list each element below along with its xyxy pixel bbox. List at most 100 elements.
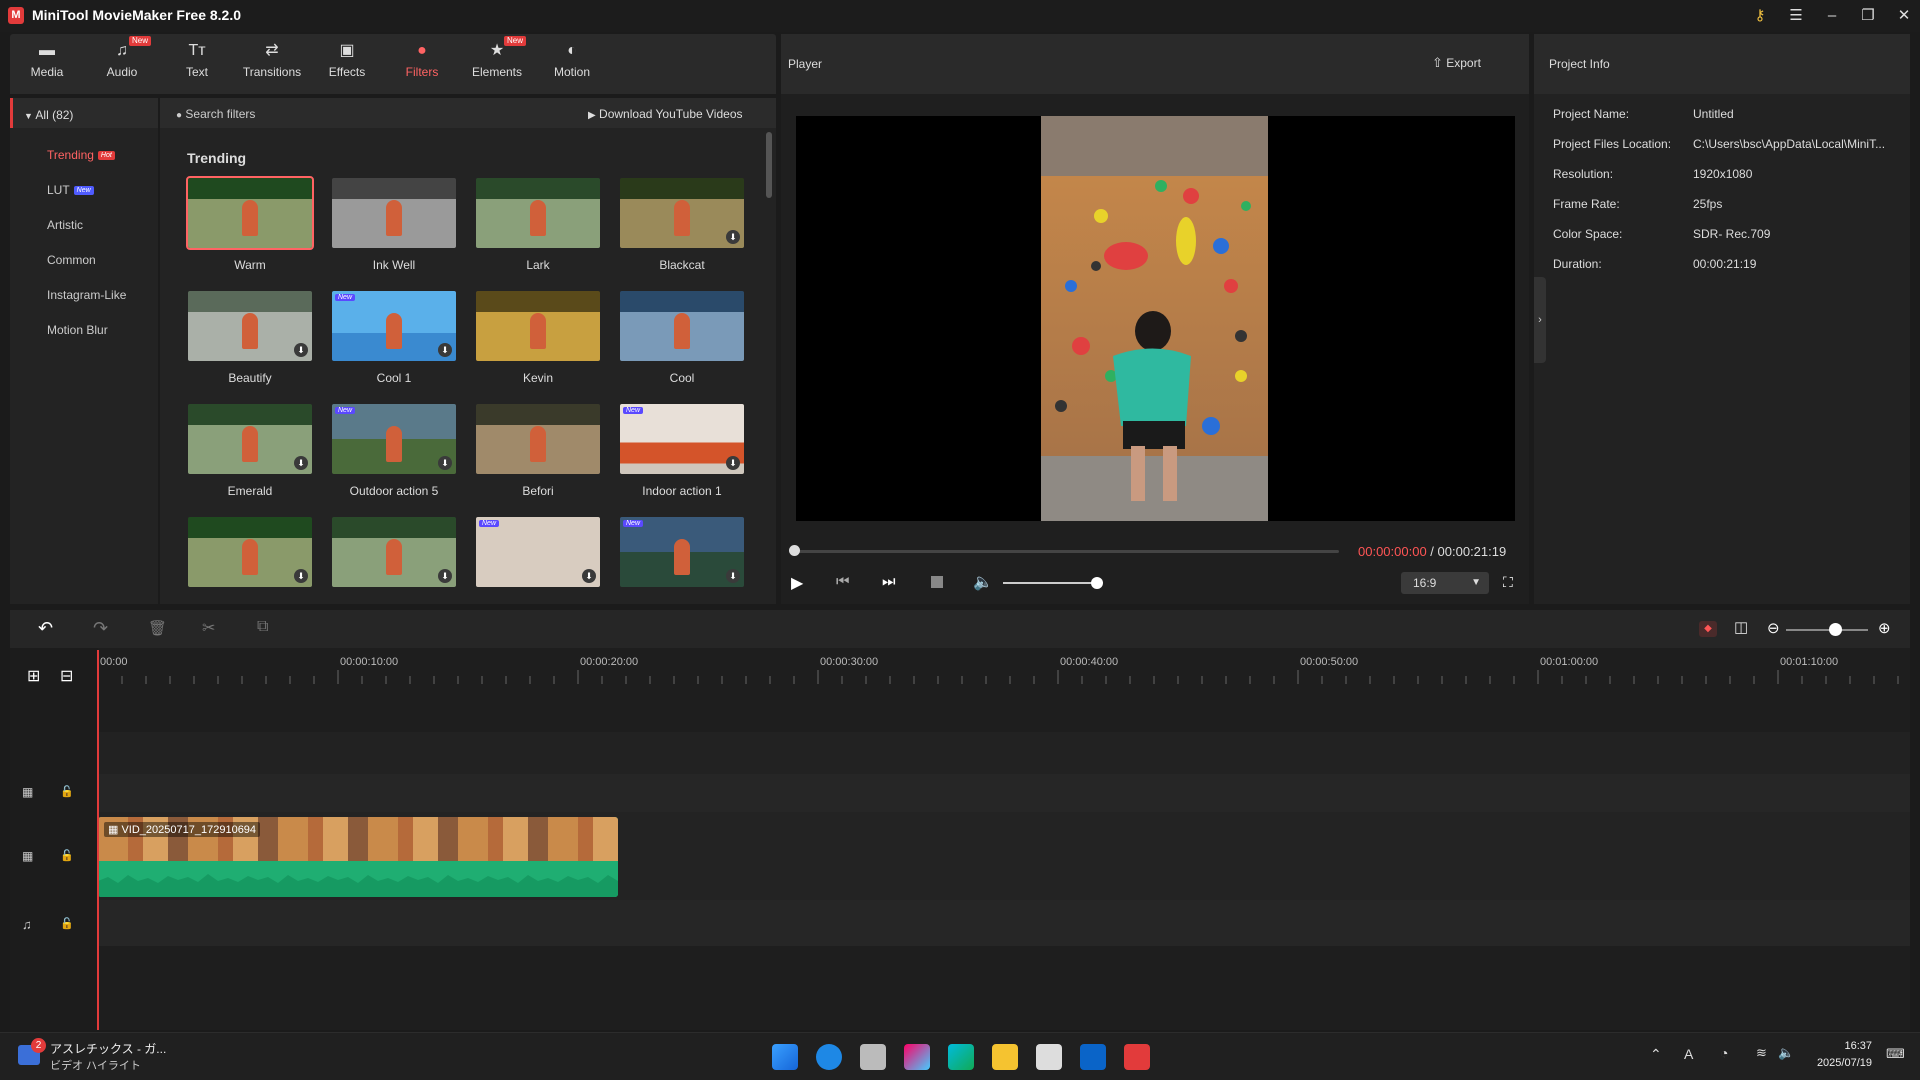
undo-icon[interactable]: ↶ bbox=[38, 618, 53, 639]
lock-icon[interactable]: 🔓 bbox=[60, 785, 74, 798]
maximize-button[interactable]: ❐ bbox=[1853, 4, 1883, 28]
remove-track-icon[interactable]: ⊟ bbox=[60, 666, 73, 686]
filter-thumbnail[interactable]: ⬇ bbox=[620, 178, 744, 248]
download-icon[interactable]: ⬇ bbox=[582, 569, 596, 583]
minimize-button[interactable]: – bbox=[1817, 4, 1847, 28]
edge-icon[interactable] bbox=[948, 1044, 974, 1070]
project-info-title: Project Info bbox=[1549, 57, 1610, 71]
download-icon[interactable]: ⬇ bbox=[438, 343, 452, 357]
next-frame-icon[interactable]: ⏭ bbox=[882, 573, 896, 590]
category-motion-blur[interactable]: Motion Blur bbox=[47, 323, 108, 337]
ime-indicator[interactable]: A bbox=[1684, 1046, 1693, 1062]
category-common[interactable]: Common bbox=[47, 253, 96, 267]
copilot-icon[interactable] bbox=[904, 1044, 930, 1070]
tab-effects[interactable]: ▣ Effects bbox=[312, 40, 382, 79]
filter-thumbnail[interactable] bbox=[476, 291, 600, 361]
tab-media[interactable]: ▬ Media bbox=[12, 40, 82, 79]
zoom-slider[interactable] bbox=[1786, 629, 1868, 631]
tab-filters[interactable]: ● Filters bbox=[387, 40, 457, 79]
volume-icon[interactable]: 🔈 bbox=[973, 572, 993, 592]
download-icon[interactable]: ⬇ bbox=[726, 456, 740, 470]
clock-time[interactable]: 16:37 bbox=[1808, 1040, 1872, 1052]
filter-thumbnail[interactable]: ⬇ bbox=[188, 404, 312, 474]
category-trending[interactable]: Trending Hot bbox=[47, 148, 115, 162]
filter-thumbnail[interactable] bbox=[620, 291, 744, 361]
download-icon[interactable]: ⬇ bbox=[294, 456, 308, 470]
tab-audio[interactable]: ♫ Audio New bbox=[87, 36, 157, 79]
clock-date[interactable]: 2025/07/19 bbox=[1808, 1057, 1872, 1069]
menu-icon[interactable]: ☰ bbox=[1781, 4, 1811, 28]
seek-bar[interactable] bbox=[793, 550, 1339, 553]
filter-thumbnail[interactable] bbox=[186, 176, 314, 250]
file-explorer-icon[interactable] bbox=[992, 1044, 1018, 1070]
task-view-icon[interactable] bbox=[860, 1044, 886, 1070]
motion-icon: ◐ bbox=[567, 42, 577, 59]
volume-slider[interactable] bbox=[1003, 582, 1098, 584]
info-label: Frame Rate: bbox=[1553, 197, 1620, 211]
collapse-panel-icon[interactable]: › bbox=[1534, 277, 1546, 363]
wifi-icon[interactable]: ≋ bbox=[1756, 1045, 1767, 1061]
category-instagram-like[interactable]: Instagram-Like bbox=[47, 288, 126, 302]
tab-text[interactable]: Tт Text bbox=[162, 40, 232, 79]
key-icon[interactable]: ⚷ bbox=[1745, 4, 1775, 28]
video-clip[interactable]: ▦ VID_20250717_172910694 bbox=[98, 817, 618, 897]
search-icon[interactable] bbox=[816, 1044, 842, 1070]
filter-thumbnail[interactable]: New ⬇ bbox=[332, 291, 456, 361]
category-artistic[interactable]: Artistic bbox=[47, 218, 83, 232]
zoom-in-icon[interactable]: ⊕ bbox=[1878, 619, 1891, 637]
download-icon[interactable]: ⬇ bbox=[438, 456, 452, 470]
filter-thumbnail[interactable]: New ⬇ bbox=[476, 517, 600, 587]
notification-center-icon[interactable]: ⌨ bbox=[1886, 1046, 1905, 1062]
tab-motion[interactable]: ◐ Motion bbox=[537, 40, 607, 79]
previous-frame-icon[interactable]: ⏮ bbox=[836, 573, 850, 590]
export-button[interactable]: ⇧ Export bbox=[1432, 55, 1481, 71]
filter-thumbnail[interactable]: ⬇ bbox=[332, 517, 456, 587]
notification-title[interactable]: アスレチックス - ガ... bbox=[50, 1040, 166, 1057]
add-track-icon[interactable]: ⊞ bbox=[27, 666, 40, 686]
aspect-ratio-select[interactable]: 16:9 ▼ bbox=[1401, 572, 1489, 594]
filter-thumbnail[interactable]: New ⬇ bbox=[620, 404, 744, 474]
clock-icon[interactable]: ◔ bbox=[1720, 1045, 1728, 1061]
delete-icon[interactable]: 🗑 bbox=[148, 619, 167, 637]
redo-icon[interactable]: ↷ bbox=[93, 618, 108, 639]
download-icon[interactable]: ⬇ bbox=[726, 230, 740, 244]
seek-handle[interactable] bbox=[789, 545, 800, 556]
split-icon[interactable]: ✂ bbox=[202, 618, 215, 638]
snap-icon[interactable]: ◆ bbox=[1699, 621, 1717, 637]
tab-elements[interactable]: ★ Elements New bbox=[462, 36, 532, 79]
close-button[interactable]: ✕ bbox=[1889, 4, 1919, 28]
category-lut[interactable]: LUT New bbox=[47, 183, 94, 197]
tab-transitions[interactable]: ⇄ Transitions bbox=[237, 40, 307, 79]
filter-thumbnail[interactable] bbox=[476, 404, 600, 474]
zoom-out-icon[interactable]: ⊖ bbox=[1767, 619, 1780, 637]
chevron-up-icon[interactable]: ⌃ bbox=[1650, 1046, 1662, 1063]
filter-thumbnail[interactable]: ⬇ bbox=[188, 517, 312, 587]
download-icon[interactable]: ⬇ bbox=[294, 343, 308, 357]
crop-icon[interactable]: ⧉ bbox=[257, 618, 268, 636]
speaker-icon[interactable]: 🔈 bbox=[1778, 1045, 1794, 1061]
download-youtube-link[interactable]: ▶ Download YouTube Videos bbox=[588, 107, 743, 121]
lock-icon[interactable]: 🔓 bbox=[60, 849, 74, 862]
filter-thumbnail[interactable] bbox=[476, 178, 600, 248]
start-icon[interactable] bbox=[772, 1044, 798, 1070]
filter-thumbnail[interactable]: New ⬇ bbox=[332, 404, 456, 474]
category-all[interactable]: ▼ All (82) bbox=[24, 108, 73, 122]
scrollbar[interactable] bbox=[766, 132, 772, 198]
download-icon[interactable]: ⬇ bbox=[438, 569, 452, 583]
volume-handle[interactable] bbox=[1091, 577, 1103, 589]
moviemaker-taskbar-icon[interactable] bbox=[1124, 1044, 1150, 1070]
filter-thumbnail[interactable]: ⬇ bbox=[188, 291, 312, 361]
filter-thumbnail[interactable] bbox=[332, 178, 456, 248]
stop-icon[interactable] bbox=[931, 576, 943, 588]
lock-icon[interactable]: 🔓 bbox=[60, 917, 74, 930]
search-filters-input[interactable]: ● Search filters bbox=[176, 107, 255, 121]
download-icon[interactable]: ⬇ bbox=[726, 569, 740, 583]
fit-timeline-icon[interactable]: ◫ bbox=[1734, 618, 1748, 636]
filter-thumbnail[interactable]: New ⬇ bbox=[620, 517, 744, 587]
store-icon[interactable] bbox=[1036, 1044, 1062, 1070]
download-icon[interactable]: ⬇ bbox=[294, 569, 308, 583]
fullscreen-icon[interactable]: ⛶ bbox=[1503, 574, 1513, 591]
outlook-icon[interactable] bbox=[1080, 1044, 1106, 1070]
play-icon[interactable]: ▶ bbox=[791, 573, 803, 593]
playhead[interactable] bbox=[97, 650, 99, 1030]
